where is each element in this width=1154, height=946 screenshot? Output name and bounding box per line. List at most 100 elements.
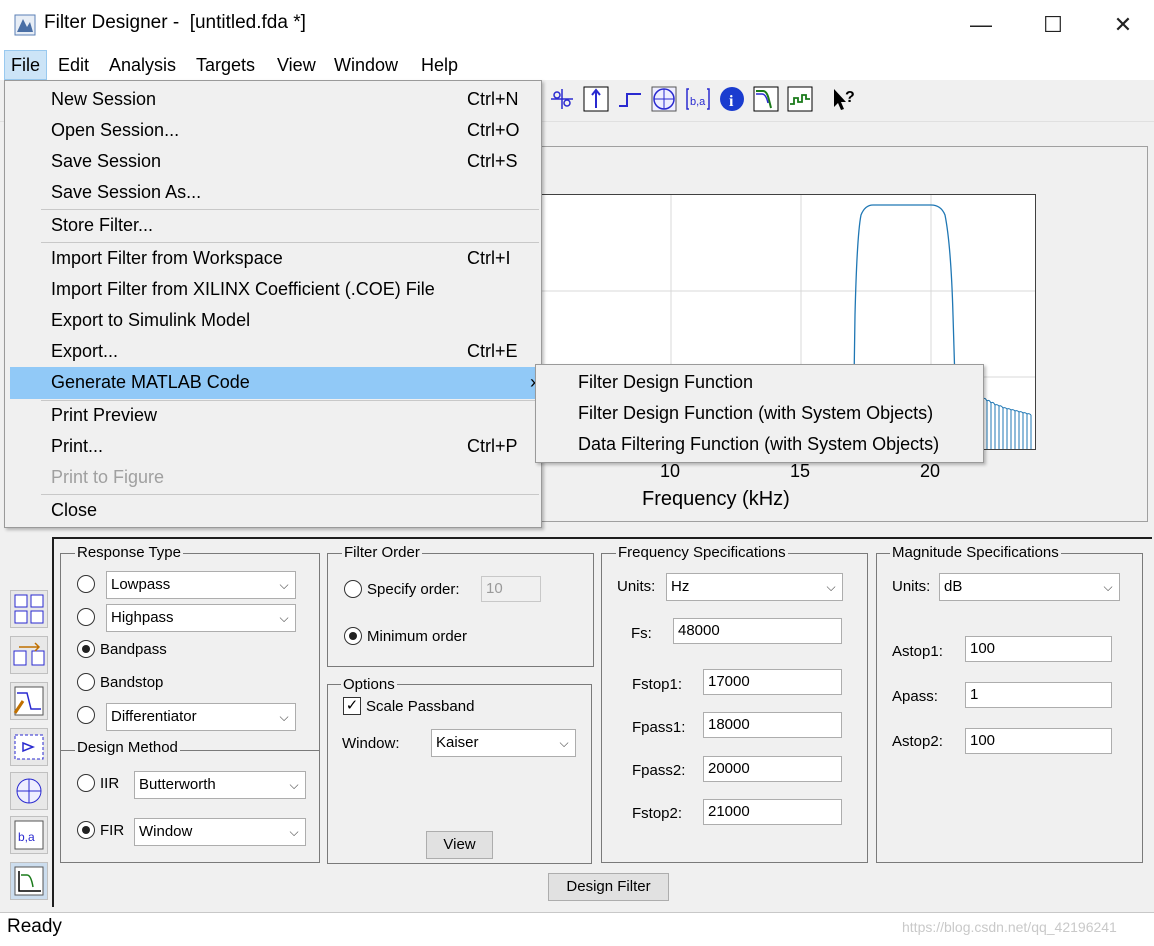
design-filter-icon[interactable] <box>10 682 48 720</box>
magnitude-icon[interactable] <box>753 86 779 112</box>
menu-targets[interactable]: Targets <box>190 50 261 80</box>
file-menu-dropdown: New Session Ctrl+N Open Session... Ctrl+O … <box>4 80 542 528</box>
window-select[interactable]: Kaiser ⌵ <box>431 729 576 757</box>
generate-code-submenu: Filter Design Function Filter Design Fun… <box>535 364 984 463</box>
order-input[interactable]: 10 <box>481 576 541 602</box>
fir-radio[interactable] <box>77 821 95 839</box>
chevron-down-icon: ⌵ <box>282 819 305 845</box>
chevron-down-icon: ⌵ <box>272 572 295 598</box>
import-filter-icon[interactable]: b,a <box>10 816 48 854</box>
whats-this-icon[interactable]: ? <box>831 86 857 112</box>
x-tick-label: 20 <box>920 461 941 481</box>
design-filter-button[interactable]: Design Filter <box>548 873 669 901</box>
stopband-ripple <box>978 394 1032 449</box>
menu-item-open-session[interactable]: Open Session... Ctrl+O <box>10 115 540 146</box>
fstop2-input[interactable]: 21000 <box>703 799 842 825</box>
svg-text:?: ? <box>845 89 855 106</box>
minimum-order-radio[interactable] <box>344 627 362 645</box>
menu-item-new-session[interactable]: New Session Ctrl+N <box>10 84 540 115</box>
realize-model-icon[interactable] <box>10 728 48 766</box>
x-tick-label: 10 <box>660 461 681 481</box>
menu-view[interactable]: View <box>271 50 322 80</box>
convert-structure-icon[interactable] <box>10 636 48 674</box>
lowpass-radio[interactable] <box>77 575 95 593</box>
menu-item-generate-matlab-code[interactable]: Generate MATLAB Code › <box>10 367 540 399</box>
menu-window[interactable]: Window <box>328 50 404 80</box>
astop1-label: Astop1: <box>892 643 943 660</box>
chevron-down-icon: ⌵ <box>272 605 295 631</box>
pole-zero-editor-icon[interactable] <box>10 772 48 810</box>
specify-order-label: Specify order: <box>367 581 460 598</box>
differentiator-radio[interactable] <box>77 706 95 724</box>
minimize-button[interactable]: — <box>958 8 1004 42</box>
svg-text:b,a: b,a <box>690 96 706 108</box>
scale-passband-label: Scale Passband <box>366 698 475 715</box>
menu-edit[interactable]: Edit <box>52 50 95 80</box>
zero-pole-icon[interactable] <box>549 86 575 112</box>
menu-item-save-session-as[interactable]: Save Session As... <box>10 177 540 208</box>
mag-units-label: Units: <box>892 578 931 595</box>
menu-item-save-session[interactable]: Save Session Ctrl+S <box>10 146 540 177</box>
menu-item-print[interactable]: Print... Ctrl+P <box>10 431 540 462</box>
lowpass-select[interactable]: Lowpass ⌵ <box>106 571 296 599</box>
menu-item-import-workspace[interactable]: Import Filter from Workspace Ctrl+I <box>10 243 540 274</box>
astop2-label: Astop2: <box>892 733 943 750</box>
menu-item-close[interactable]: Close <box>10 495 540 526</box>
options-title: Options <box>341 676 397 693</box>
highpass-radio[interactable] <box>77 608 95 626</box>
bandstop-radio[interactable] <box>77 673 95 691</box>
magnitude-specifications-title: Magnitude Specifications <box>890 544 1061 561</box>
bandpass-radio[interactable] <box>77 640 95 658</box>
fpass1-label: Fpass1: <box>632 719 686 736</box>
menu-item-print-preview[interactable]: Print Preview <box>10 400 540 431</box>
astop1-input[interactable]: 100 <box>965 636 1112 662</box>
differentiator-select[interactable]: Differentiator ⌵ <box>106 703 296 731</box>
menu-help[interactable]: Help <box>415 50 464 80</box>
fpass2-label: Fpass2: <box>632 762 686 779</box>
fstop1-input[interactable]: 17000 <box>703 669 842 695</box>
submenu-item-filter-design-function[interactable]: Filter Design Function <box>578 372 753 393</box>
filter-analysis-icon[interactable] <box>10 862 48 900</box>
fs-input[interactable]: 48000 <box>673 618 842 644</box>
mag-units-select[interactable]: dB ⌵ <box>939 573 1120 601</box>
fpass2-input[interactable]: 20000 <box>703 756 842 782</box>
menu-analysis[interactable]: Analysis <box>103 50 182 80</box>
apass-input[interactable]: 1 <box>965 682 1112 708</box>
fs-label: Fs: <box>631 625 652 642</box>
maximize-button[interactable]: ☐ <box>1030 8 1076 42</box>
astop2-input[interactable]: 100 <box>965 728 1112 754</box>
menu-item-export[interactable]: Export... Ctrl+E <box>10 336 540 367</box>
svg-text:i: i <box>729 93 734 110</box>
design-method-title: Design Method <box>75 739 180 756</box>
chevron-down-icon: ⌵ <box>282 772 305 798</box>
svg-text:b,a: b,a <box>18 830 35 844</box>
freq-units-select[interactable]: Hz ⌵ <box>666 573 843 601</box>
status-text: Ready <box>7 916 62 937</box>
submenu-item-filter-design-system-objects[interactable]: Filter Design Function (with System Obje… <box>578 403 933 424</box>
scale-passband-checkbox[interactable]: ✓ <box>343 697 361 715</box>
iir-method-select[interactable]: Butterworth ⌵ <box>134 771 306 799</box>
response-type-title: Response Type <box>75 544 183 561</box>
minimum-order-label: Minimum order <box>367 628 468 645</box>
pole-zero-plot-icon[interactable] <box>651 86 677 112</box>
round-off-noise-icon[interactable] <box>787 86 813 112</box>
transform-filter-icon[interactable] <box>10 590 48 628</box>
view-button[interactable]: View <box>426 831 493 859</box>
submenu-item-data-filtering-system-objects[interactable]: Data Filtering Function (with System Obj… <box>578 434 939 455</box>
step-response-icon[interactable] <box>617 86 643 112</box>
info-icon[interactable]: i <box>719 86 745 112</box>
fpass1-input[interactable]: 18000 <box>703 712 842 738</box>
coefficients-icon[interactable]: b,a <box>685 86 711 112</box>
close-button[interactable]: ✕ <box>1100 8 1146 42</box>
filter-order-title: Filter Order <box>342 544 422 561</box>
fstop2-label: Fstop2: <box>632 805 683 822</box>
menu-item-store-filter[interactable]: Store Filter... <box>10 210 540 241</box>
menu-file[interactable]: File <box>4 50 48 80</box>
iir-radio[interactable] <box>77 774 95 792</box>
specify-order-radio[interactable] <box>344 580 362 598</box>
menu-item-export-simulink[interactable]: Export to Simulink Model <box>10 305 540 336</box>
menu-item-import-coe[interactable]: Import Filter from XILINX Coefficient (.… <box>10 274 540 305</box>
fir-method-select[interactable]: Window ⌵ <box>134 818 306 846</box>
impulse-response-icon[interactable] <box>583 86 609 112</box>
highpass-select[interactable]: Highpass ⌵ <box>106 604 296 632</box>
